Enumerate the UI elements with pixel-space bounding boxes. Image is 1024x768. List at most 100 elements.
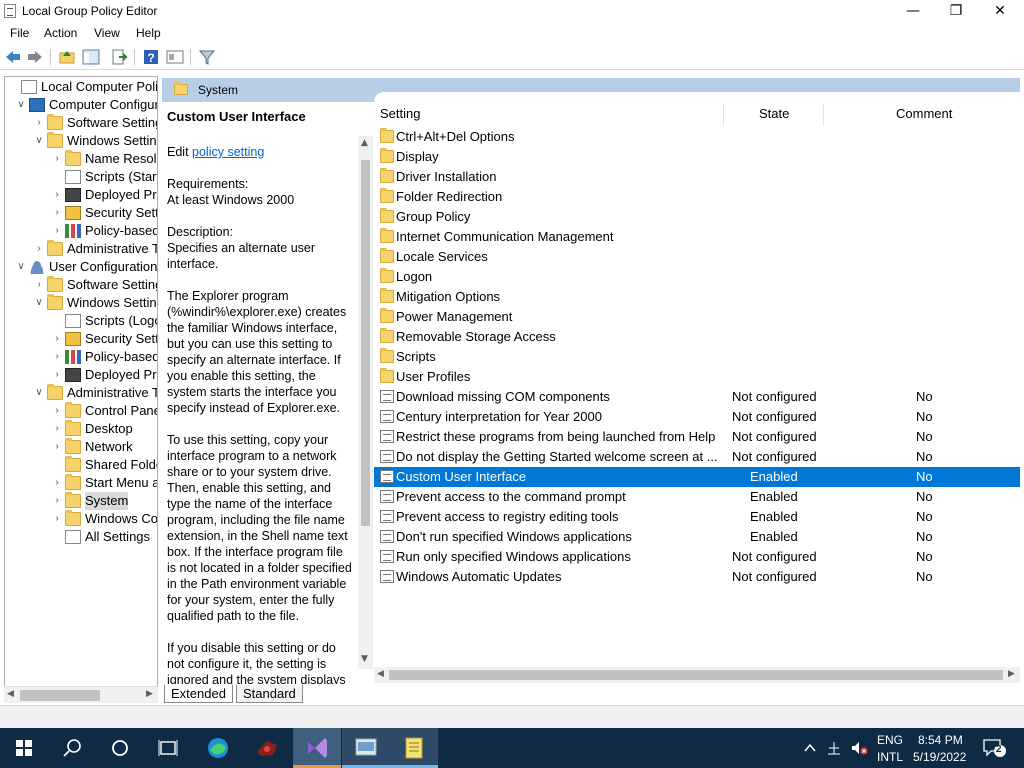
description-vertical-scrollbar[interactable]: ▲ ▼ [358,136,373,669]
tree-horizontal-scrollbar[interactable]: ◀ ▶ [4,686,158,703]
show-hide-tree-icon[interactable] [82,48,100,66]
tree-item[interactable]: › Network [5,438,157,456]
expand-chevron-icon[interactable]: › [51,348,63,366]
input-language[interactable]: ENG [877,733,903,747]
expand-chevron-icon[interactable]: › [51,510,63,528]
tree-item[interactable]: ∨ Administrative Templates [5,384,157,402]
setting-row[interactable]: Restrict these programs from being launc… [374,427,1020,447]
menu-file[interactable]: File [10,26,29,40]
scroll-thumb[interactable] [20,690,100,701]
scroll-left-icon[interactable]: ◀ [377,669,384,679]
expand-chevron-icon[interactable]: › [51,492,63,510]
setting-row[interactable]: Windows Automatic Updates Not configured N… [374,567,1020,587]
tree-item[interactable]: › Desktop [5,420,157,438]
expand-chevron-icon[interactable]: › [51,204,63,222]
expand-chevron-icon[interactable]: › [51,330,63,348]
expand-chevron-icon[interactable]: › [51,420,63,438]
expand-chevron-icon[interactable]: › [51,186,63,204]
setting-row[interactable]: Don't run specified Windows applications… [374,527,1020,547]
tree-item[interactable]: › Policy-based QoS [5,348,157,366]
filter-icon[interactable] [198,48,216,66]
network-icon[interactable] [826,740,842,756]
expand-chevron-icon[interactable]: › [51,438,63,456]
tree-item[interactable]: ∨ User Configuration [5,258,157,276]
close-button[interactable]: ✕ [977,0,1023,22]
tree-item[interactable]: Local Computer Policy [5,78,157,96]
expand-chevron-icon[interactable]: › [51,402,63,420]
menu-help[interactable]: Help [136,26,161,40]
column-header-state[interactable]: State [759,106,789,121]
edge-icon[interactable] [194,728,242,768]
properties-icon[interactable] [166,48,184,66]
folder-row[interactable]: Mitigation Options [374,287,1020,307]
tree-item[interactable]: › Deployed Printers [5,186,157,204]
start-icon[interactable] [0,728,48,768]
column-header-setting[interactable]: Setting [380,106,420,121]
clock-time[interactable]: 8:54 PM [918,733,963,747]
setting-row[interactable]: Custom User Interface Enabled No [374,467,1020,487]
folder-row[interactable]: Folder Redirection [374,187,1020,207]
edit-policy-setting-link[interactable]: policy setting [192,145,264,159]
console-tree[interactable]: Local Computer Policy ∨ Computer Configura… [4,76,158,703]
tree-item[interactable]: › Security Settings [5,204,157,222]
tab-extended[interactable]: Extended [164,685,233,703]
back-icon[interactable] [4,48,22,66]
scroll-up-icon[interactable]: ▲ [361,138,368,148]
speaker-muted-icon[interactable] [850,740,868,756]
folder-row[interactable]: Group Policy [374,207,1020,227]
tree-item[interactable]: All Settings [5,528,157,546]
column-divider[interactable] [723,104,724,126]
tree-item[interactable]: ∨ Computer Configuration [5,96,157,114]
folder-row[interactable]: Locale Services [374,247,1020,267]
collapse-chevron-icon[interactable]: ∨ [15,96,27,114]
notifications-icon[interactable] [982,738,1006,758]
folder-row[interactable]: Ctrl+Alt+Del Options [374,127,1020,147]
app-icon[interactable] [243,728,291,768]
tree-item[interactable]: › Policy-based QoS [5,222,157,240]
folder-row[interactable]: Removable Storage Access [374,327,1020,347]
menu-action[interactable]: Action [44,26,77,40]
expand-chevron-icon[interactable]: › [33,240,45,258]
setting-row[interactable]: Prevent access to the command prompt Enab… [374,487,1020,507]
expand-chevron-icon[interactable]: › [51,474,63,492]
collapse-chevron-icon[interactable]: ∨ [33,132,45,150]
collapse-chevron-icon[interactable]: ∨ [15,258,27,276]
folder-row[interactable]: Driver Installation [374,167,1020,187]
folder-row[interactable]: Logon [374,267,1020,287]
visual-studio-icon[interactable] [293,728,341,768]
folder-row[interactable]: Display [374,147,1020,167]
scroll-right-icon[interactable]: ▶ [1008,669,1015,679]
maximize-button[interactable]: ❐ [933,0,979,22]
group-policy-icon[interactable] [342,728,390,768]
help-icon[interactable]: ? [142,48,160,66]
tree-item[interactable]: › Control Panel [5,402,157,420]
tree-item[interactable]: › Name Resolution Policy [5,150,157,168]
scroll-down-icon[interactable]: ▼ [361,654,368,664]
scroll-thumb[interactable] [361,160,370,526]
forward-icon[interactable] [26,48,44,66]
tab-standard[interactable]: Standard [236,685,303,703]
setting-row[interactable]: Do not display the Getting Started welco… [374,447,1020,467]
cortana-icon[interactable] [96,728,144,768]
folder-row[interactable]: Scripts [374,347,1020,367]
notepad-icon[interactable] [390,728,438,768]
scroll-right-icon[interactable]: ▶ [146,689,153,699]
list-horizontal-scrollbar[interactable]: ◀ ▶ [374,667,1020,683]
tree-item[interactable]: › Start Menu and Taskbar [5,474,157,492]
folder-row[interactable]: Power Management [374,307,1020,327]
minimize-button[interactable]: — [890,0,936,22]
export-list-icon[interactable] [110,48,128,66]
folder-row[interactable]: User Profiles [374,367,1020,387]
tree-item[interactable]: › Software Settings [5,114,157,132]
chevron-up-icon[interactable] [802,740,818,756]
scroll-left-icon[interactable]: ◀ [7,689,14,699]
input-layout[interactable]: INTL [877,750,903,764]
task-view-icon[interactable] [144,728,192,768]
expand-chevron-icon[interactable]: › [51,150,63,168]
collapse-chevron-icon[interactable]: ∨ [33,294,45,312]
tree-item[interactable]: › Security Settings [5,330,157,348]
tree-item[interactable]: Scripts (Startup/Shutdown) [5,168,157,186]
tree-item[interactable]: Shared Folders [5,456,157,474]
expand-chevron-icon[interactable]: › [51,222,63,240]
search-icon[interactable] [48,728,96,768]
